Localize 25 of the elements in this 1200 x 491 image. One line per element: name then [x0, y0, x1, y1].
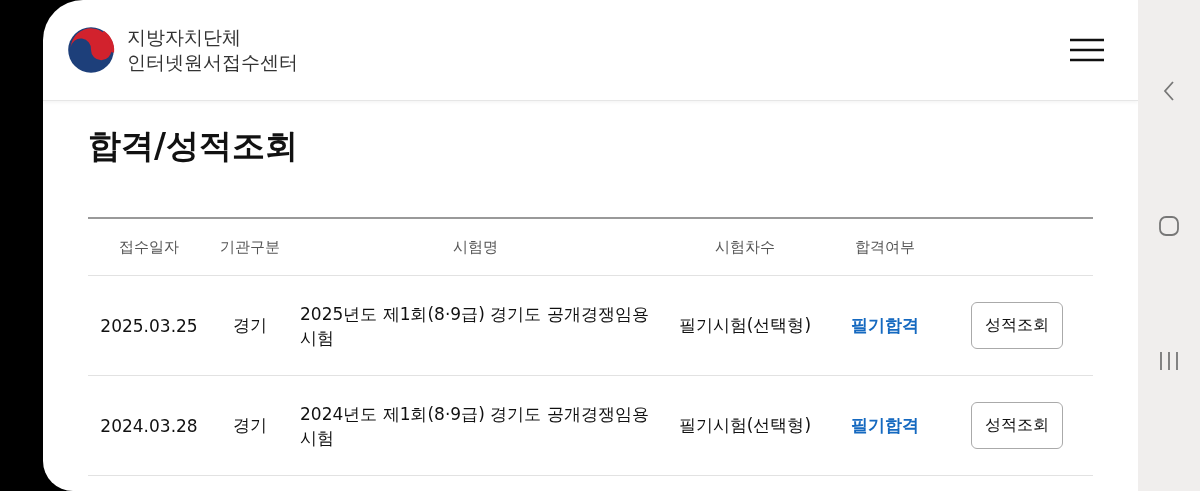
- column-header: 시험차수: [714, 237, 776, 257]
- score-button[interactable]: 성적조회: [970, 402, 1063, 449]
- result-text: 필기합격: [850, 314, 920, 337]
- score-button[interactable]: 성적조회: [970, 302, 1063, 349]
- column-header: 합격여부: [854, 237, 916, 257]
- menu-icon[interactable]: [1070, 38, 1104, 62]
- table-cell-text: 경기: [232, 314, 268, 337]
- table-cell-text: 2025.03.25: [99, 315, 199, 336]
- table-cell-text: 경기: [232, 414, 268, 437]
- result-text: 필기합격: [850, 414, 920, 437]
- home-icon[interactable]: [1159, 215, 1179, 236]
- column-header: 기관구분: [219, 237, 281, 257]
- table-cell-text: 필기시험(선택형): [677, 314, 813, 337]
- recent-apps-icon[interactable]: [1159, 350, 1179, 371]
- table-cell-text: 2025년도 제1회(8·9급) 경기도 공개경쟁임용 시험: [299, 302, 650, 350]
- table-cell-text: 2024.03.28: [99, 415, 199, 436]
- table-cell-text: 2024년도 제1회(8·9급) 경기도 공개경쟁임용 시험: [299, 402, 650, 450]
- back-icon[interactable]: [1163, 80, 1175, 101]
- column-header: 시험명: [451, 237, 499, 257]
- site-name[interactable]: 인터넷원서접수센터: [127, 50, 298, 75]
- column-header: 접수일자: [118, 237, 180, 257]
- emblem-logo-icon: [67, 26, 115, 74]
- page-title: 합격/성적조회: [88, 125, 300, 167]
- table-cell-text: 필기시험(선택형): [677, 414, 813, 437]
- site-name[interactable]: 지방자치단체: [127, 25, 241, 50]
